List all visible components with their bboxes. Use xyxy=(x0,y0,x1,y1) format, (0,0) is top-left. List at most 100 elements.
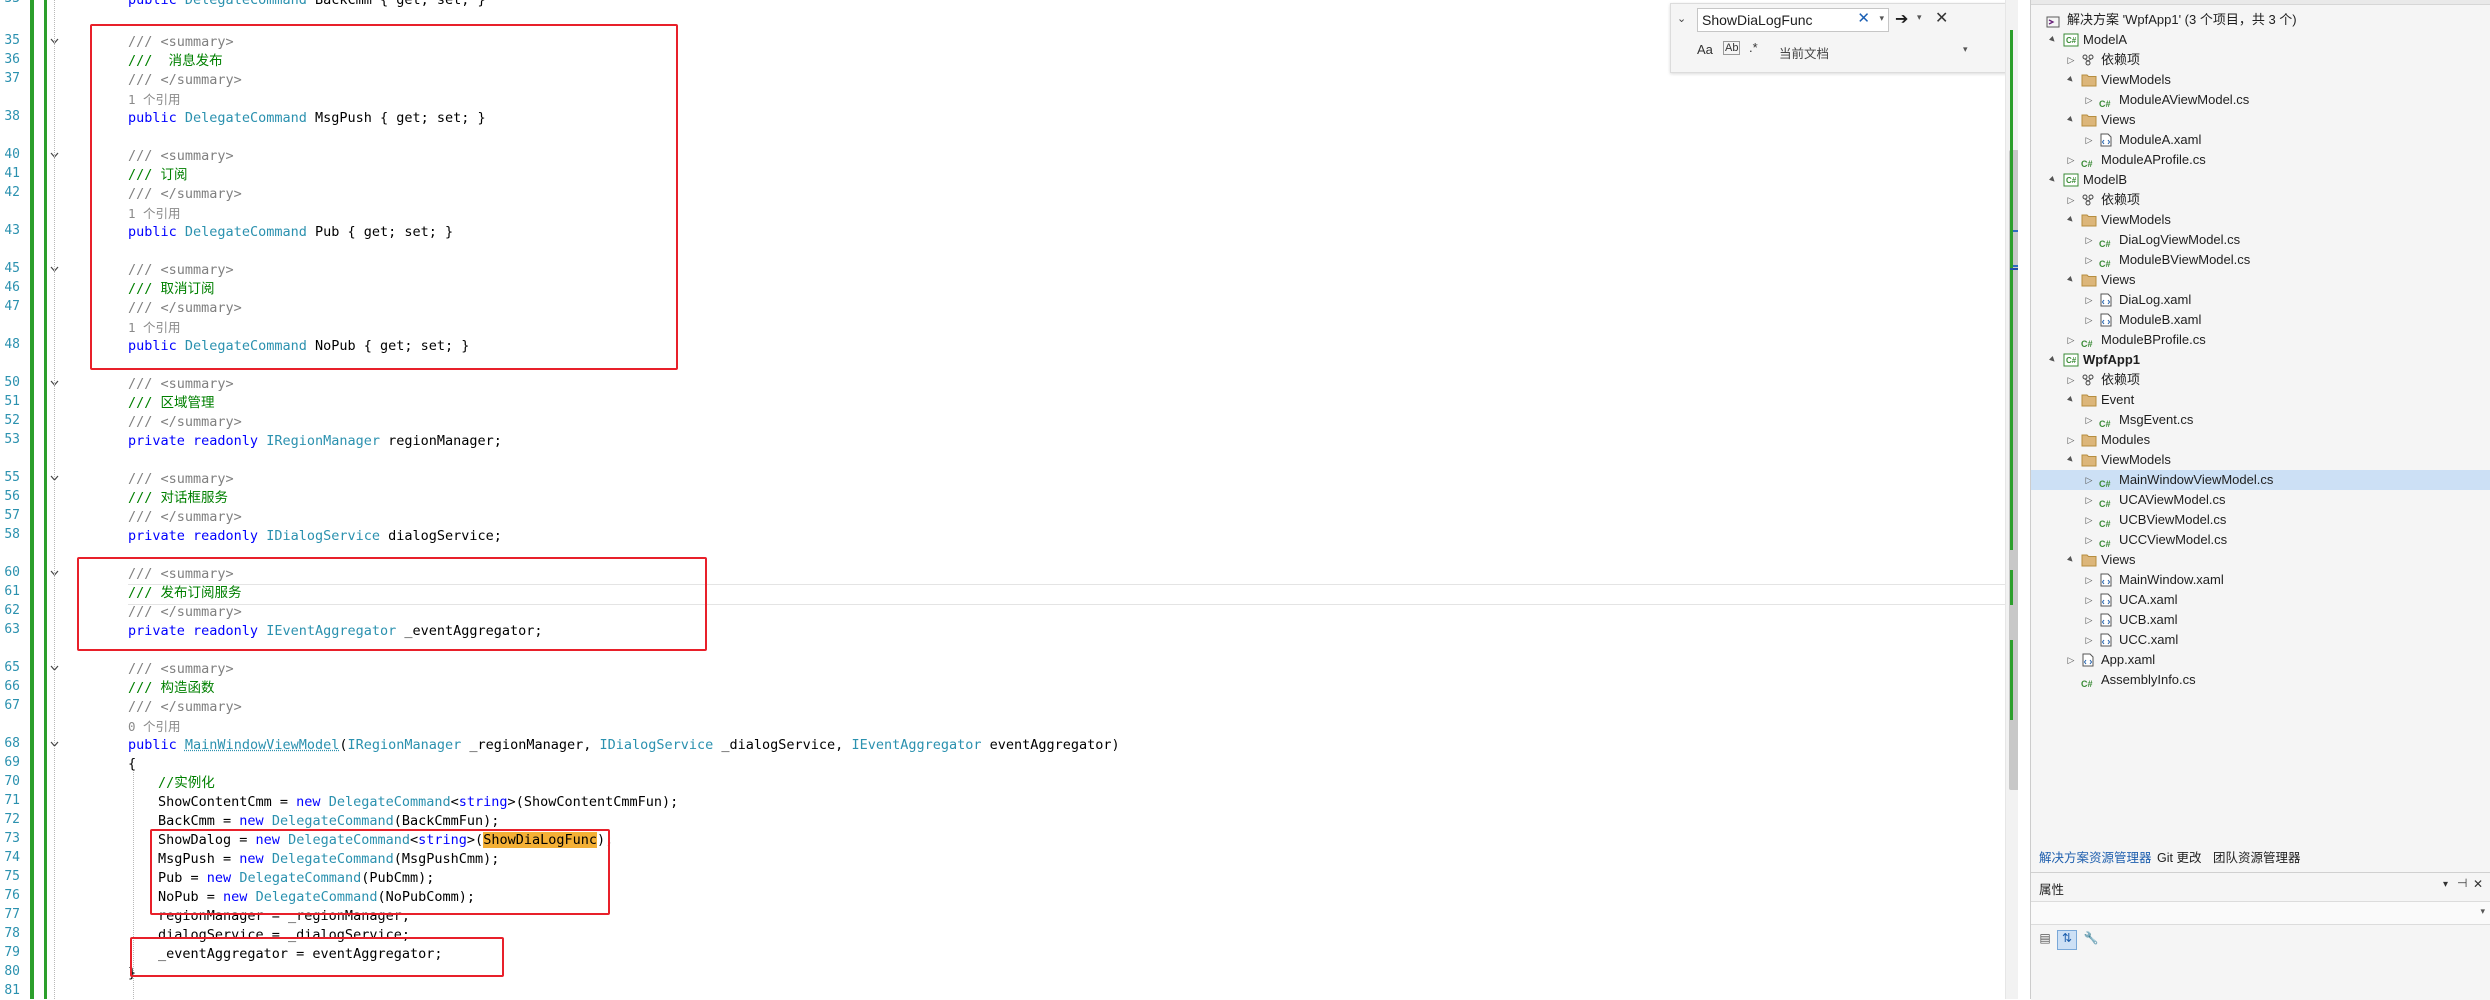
panel-menu-icon[interactable]: ▾ xyxy=(2443,879,2448,890)
tree-item[interactable]: ▷ C# UCCViewModel.cs xyxy=(2031,530,2490,550)
sort-alpha-icon[interactable]: ⇅ xyxy=(2057,930,2077,950)
tree-item[interactable]: ▷ C# MsgEvent.cs xyxy=(2031,410,2490,430)
tab-solution-explorer[interactable]: 解决方案资源管理器 xyxy=(2039,848,2152,868)
tree-item[interactable]: ▷ Modules xyxy=(2031,430,2490,450)
tree-item[interactable]: ▷ UCA.xaml xyxy=(2031,590,2490,610)
tree-item[interactable]: ▷ DiaLog.xaml xyxy=(2031,290,2490,310)
tree-item[interactable]: ▷ 依赖项 xyxy=(2031,50,2490,70)
categorized-icon[interactable]: ▤ xyxy=(2037,931,2053,947)
pin-icon[interactable]: ⊣ xyxy=(2457,876,2467,890)
collapsed-arrow-icon[interactable]: ▷ xyxy=(2083,230,2095,250)
tree-item[interactable]: C# AssemblyInfo.cs xyxy=(2031,670,2490,690)
tree-item[interactable]: ▷ 依赖项 xyxy=(2031,370,2490,390)
expanded-arrow-icon[interactable]: ▲ xyxy=(2042,29,2065,52)
tree-item[interactable]: ▷ 依赖项 xyxy=(2031,190,2490,210)
collapsed-arrow-icon[interactable]: ▷ xyxy=(2065,430,2077,450)
scope-dropdown-icon[interactable]: ▾ xyxy=(1963,44,1968,55)
expanded-arrow-icon[interactable]: ▲ xyxy=(2060,69,2083,92)
tree-item[interactable]: ▲ Views xyxy=(2031,550,2490,570)
tree-item[interactable]: ▷ C# ModuleBViewModel.cs xyxy=(2031,250,2490,270)
collapsed-arrow-icon[interactable]: ▷ xyxy=(2083,490,2095,510)
close-icon[interactable]: ✕ xyxy=(2473,877,2483,891)
collapsed-arrow-icon[interactable]: ▷ xyxy=(2083,630,2095,650)
history-dropdown-icon[interactable]: ▾ xyxy=(1879,13,1884,24)
collapsed-arrow-icon[interactable]: ▷ xyxy=(2065,50,2077,70)
collapsed-arrow-icon[interactable]: ▷ xyxy=(2083,290,2095,310)
expanded-arrow-icon[interactable]: ▲ xyxy=(2042,169,2065,192)
tab-git-changes[interactable]: Git 更改 xyxy=(2157,848,2201,868)
tree-item[interactable]: ▷ C# DiaLogViewModel.cs xyxy=(2031,230,2490,250)
line-number: 38 xyxy=(4,109,20,124)
tree-item[interactable]: ▷ C# ModuleBProfile.cs xyxy=(2031,330,2490,350)
tree-item[interactable]: ▲ C# WpfApp1 xyxy=(2031,350,2490,370)
solution-root[interactable]: 解决方案 'WpfApp1' (3 个项目，共 3 个) xyxy=(2031,10,2490,30)
collapsed-arrow-icon[interactable]: ▷ xyxy=(2083,130,2095,150)
regex-toggle[interactable]: .* xyxy=(1749,40,1758,55)
line-number: 36 xyxy=(4,52,20,67)
tree-item[interactable]: ▷ C# ModuleAProfile.cs xyxy=(2031,150,2490,170)
find-input[interactable]: ShowDiaLogFunc ✕ ▾ xyxy=(1697,8,1889,32)
tree-item[interactable]: ▲ ViewModels xyxy=(2031,70,2490,90)
tree-item[interactable]: ▲ ViewModels xyxy=(2031,450,2490,470)
tree-item[interactable]: ▷ C# UCAViewModel.cs xyxy=(2031,490,2490,510)
collapsed-arrow-icon[interactable]: ▷ xyxy=(2083,410,2095,430)
find-next-icon[interactable]: ➔ xyxy=(1895,9,1908,29)
tree-item[interactable]: ▲ C# ModelA xyxy=(2031,30,2490,50)
tree-item[interactable]: ▷ C# UCBViewModel.cs xyxy=(2031,510,2490,530)
collapsed-arrow-icon[interactable]: ▷ xyxy=(2065,330,2077,350)
expanded-arrow-icon[interactable]: ▲ xyxy=(2060,269,2083,292)
tree-item[interactable]: ▷ ModuleB.xaml xyxy=(2031,310,2490,330)
line-number: 50 xyxy=(4,375,20,390)
collapsed-arrow-icon[interactable]: ▷ xyxy=(2083,310,2095,330)
expanded-arrow-icon[interactable]: ▲ xyxy=(2042,349,2065,372)
collapsed-arrow-icon[interactable]: ▷ xyxy=(2065,190,2077,210)
expanded-arrow-icon[interactable]: ▲ xyxy=(2060,449,2083,472)
collapsed-arrow-icon[interactable]: ▷ xyxy=(2083,570,2095,590)
collapsed-arrow-icon[interactable]: ▷ xyxy=(2083,470,2095,490)
tab-team-explorer[interactable]: 团队资源管理器 xyxy=(2213,848,2301,868)
tree-item[interactable]: ▲ ViewModels xyxy=(2031,210,2490,230)
tree-item[interactable]: ▷ C# ModuleAViewModel.cs xyxy=(2031,90,2490,110)
collapsed-arrow-icon[interactable]: ▷ xyxy=(2083,610,2095,630)
expanded-arrow-icon[interactable]: ▲ xyxy=(2060,209,2083,232)
match-case-toggle[interactable]: Aa xyxy=(1697,42,1713,57)
line-number: 47 xyxy=(4,299,20,314)
csharp-project-icon: C# xyxy=(2063,33,2079,47)
tree-item[interactable]: ▲ C# ModelB xyxy=(2031,170,2490,190)
tree-item[interactable]: ▲ Event xyxy=(2031,390,2490,410)
find-options-icon[interactable]: ▾ xyxy=(1917,12,1922,23)
tree-item[interactable]: ▲ Views xyxy=(2031,110,2490,130)
tree-item-label: UCCViewModel.cs xyxy=(2119,532,2228,547)
collapsed-arrow-icon[interactable]: ▷ xyxy=(2083,250,2095,270)
code-editor[interactable]: 33 35 36 37 38 40 41 42 43 45 46 47 48 5… xyxy=(0,0,2018,999)
expanded-arrow-icon[interactable]: ▲ xyxy=(2060,109,2083,132)
collapsed-arrow-icon[interactable]: ▷ xyxy=(2083,590,2095,610)
svg-text:C#: C# xyxy=(2066,176,2077,185)
collapsed-arrow-icon[interactable]: ▷ xyxy=(2065,650,2077,670)
line-number: 68 xyxy=(4,736,20,751)
collapsed-arrow-icon[interactable]: ▷ xyxy=(2083,90,2095,110)
tree-item[interactable]: ▷ UCB.xaml xyxy=(2031,610,2490,630)
collapsed-arrow-icon[interactable]: ▷ xyxy=(2083,530,2095,550)
whole-word-toggle[interactable]: Ab xyxy=(1723,41,1741,55)
collapsed-arrow-icon[interactable]: ▷ xyxy=(2083,510,2095,530)
tree-item[interactable]: ▷ C# MainWindowViewModel.cs xyxy=(2031,470,2490,490)
property-pages-icon[interactable]: 🔧 xyxy=(2083,931,2099,947)
expanded-arrow-icon[interactable]: ▲ xyxy=(2060,389,2083,412)
tree-item[interactable]: ▲ Views xyxy=(2031,270,2490,290)
reference-count-hint[interactable]: 0 个引用 xyxy=(128,717,181,736)
tree-item[interactable]: ▷ App.xaml xyxy=(2031,650,2490,670)
collapsed-arrow-icon[interactable]: ▷ xyxy=(2065,150,2077,170)
csharp-file-icon: C# xyxy=(2099,499,2111,509)
close-find-icon[interactable]: ✕ xyxy=(1935,8,1948,28)
expanded-arrow-icon[interactable]: ▲ xyxy=(2060,549,2083,572)
tree-item[interactable]: ▷ UCC.xaml xyxy=(2031,630,2490,650)
object-selector[interactable]: ▾ xyxy=(2031,901,2490,925)
collapsed-arrow-icon[interactable]: ▷ xyxy=(2065,370,2077,390)
tree-item[interactable]: ▷ MainWindow.xaml xyxy=(2031,570,2490,590)
clear-icon[interactable]: ✕ xyxy=(1857,9,1870,27)
tree-item-label: Views xyxy=(2101,552,2136,567)
expand-replace-icon[interactable]: ⌄ xyxy=(1677,12,1686,25)
tree-item[interactable]: ▷ ModuleA.xaml xyxy=(2031,130,2490,150)
search-scope[interactable]: 当前文档 xyxy=(1779,43,1829,62)
